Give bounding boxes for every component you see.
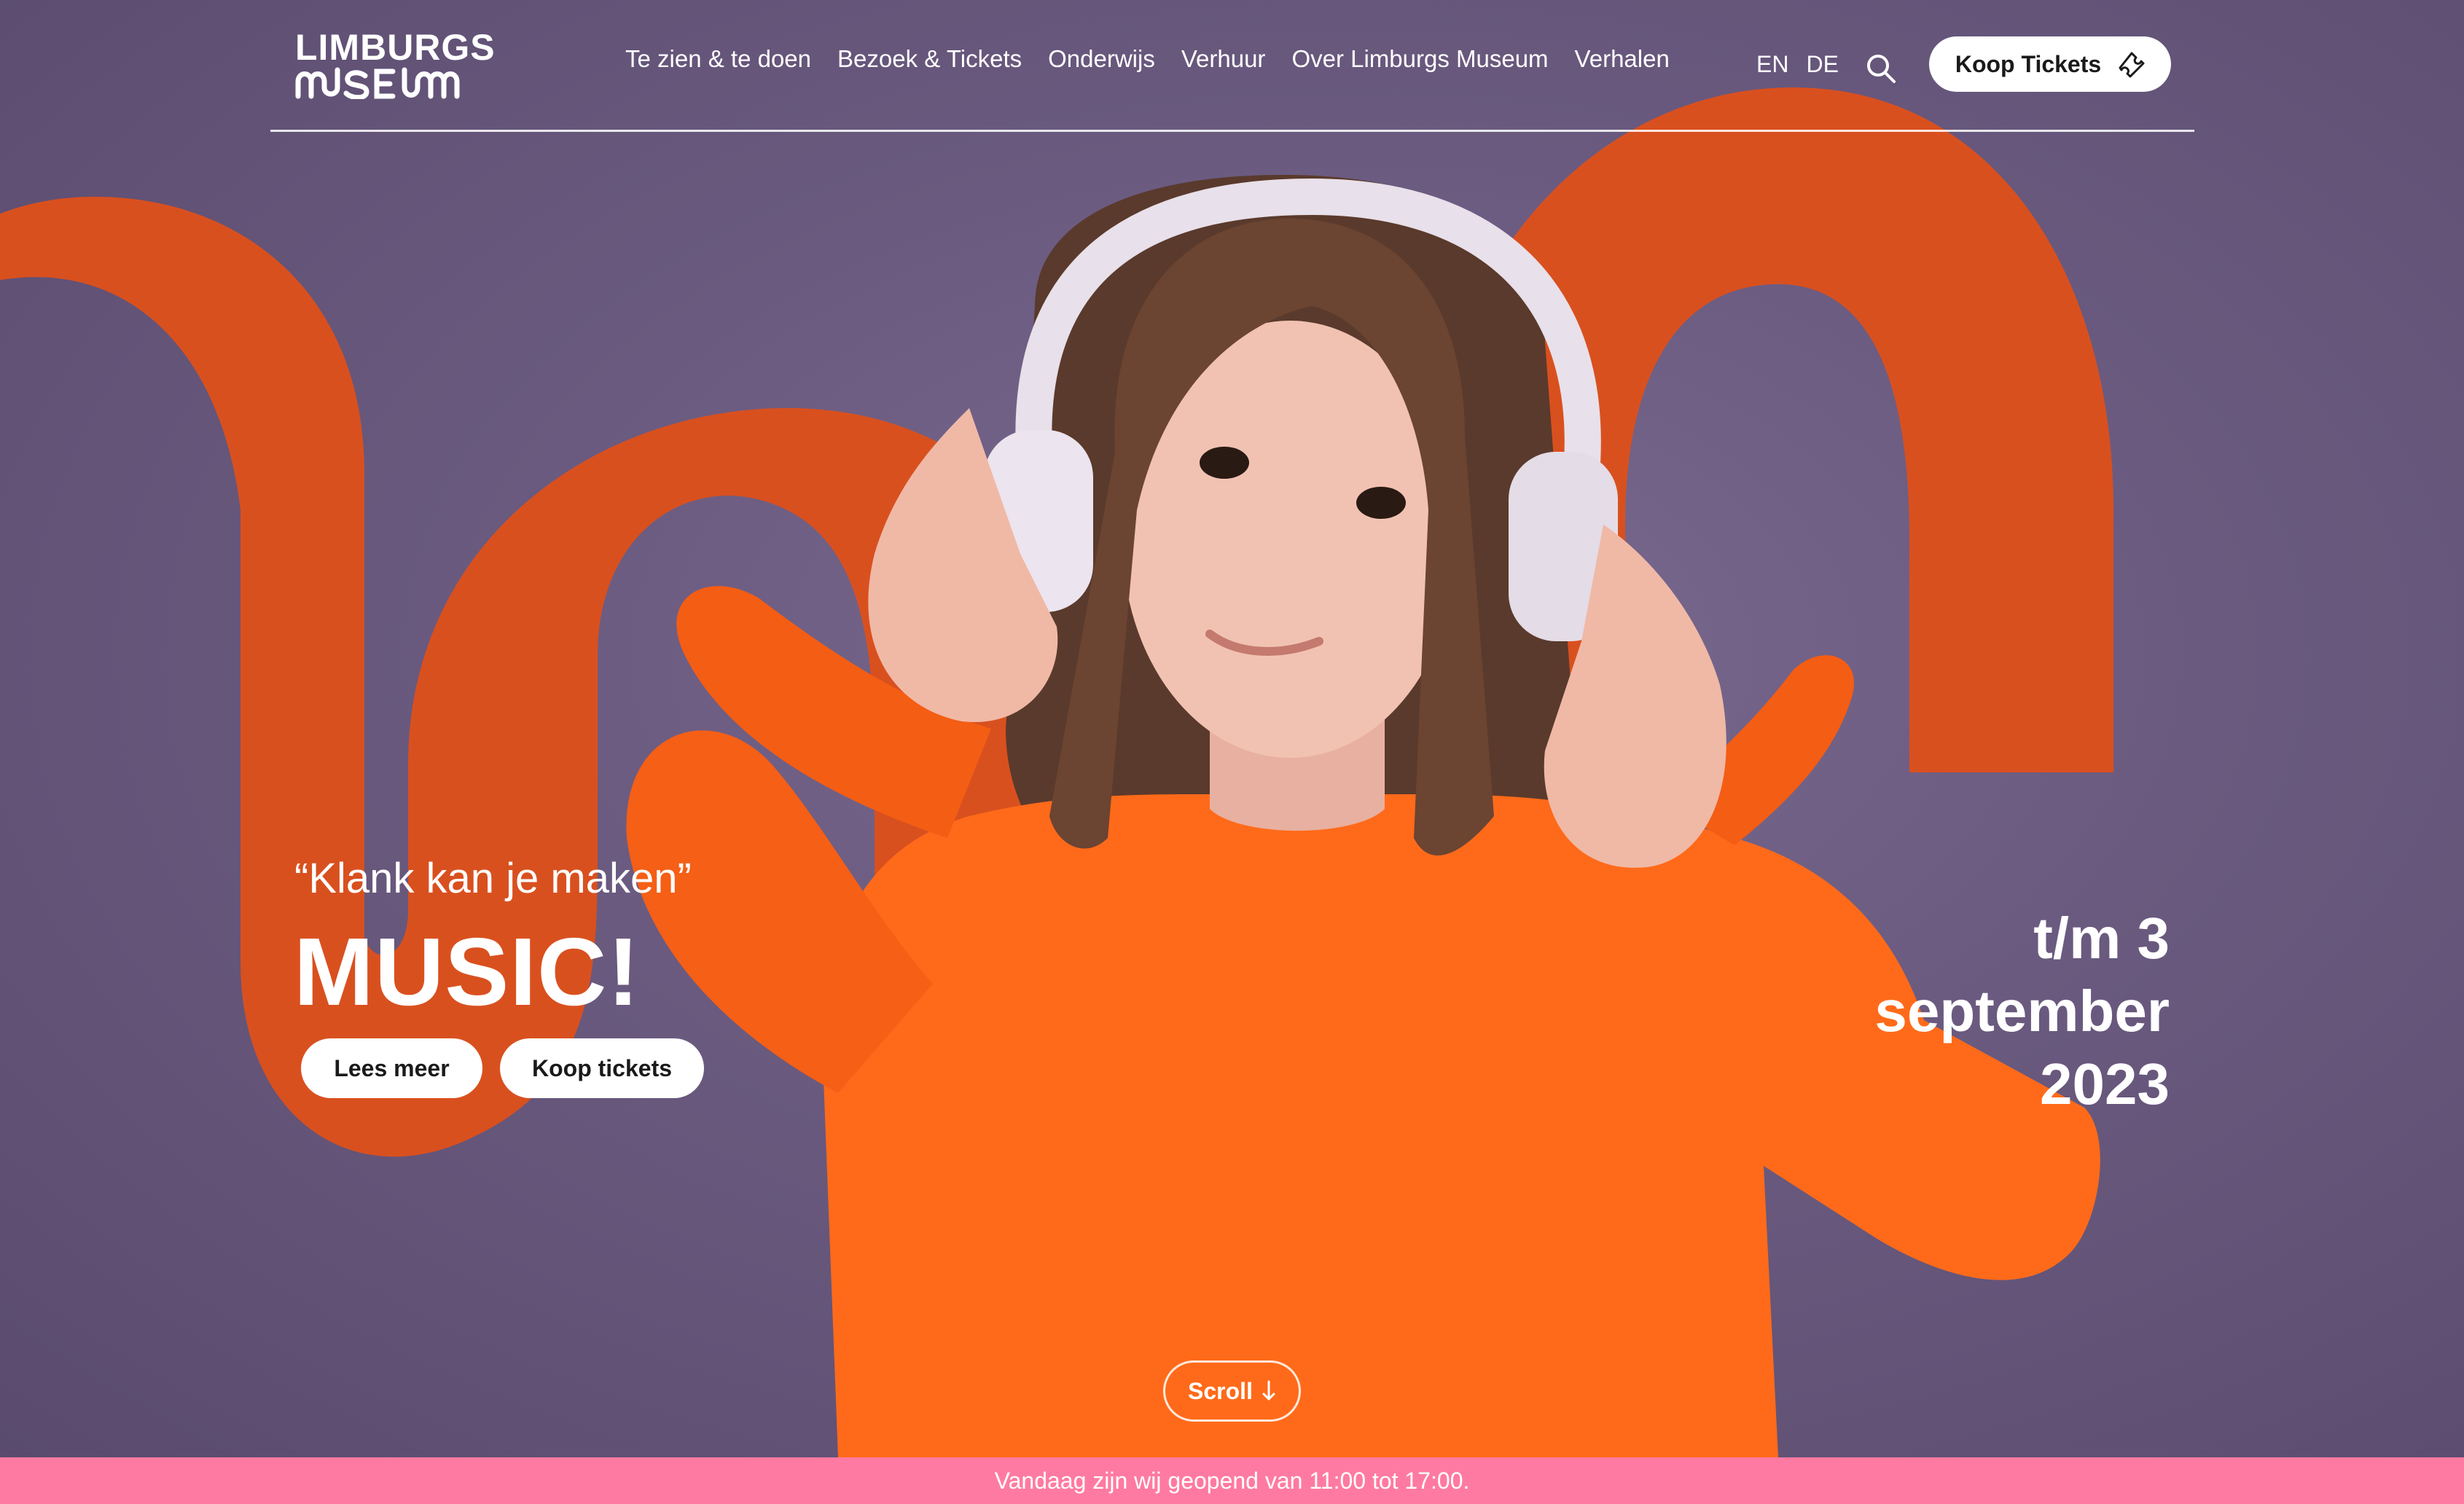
lang-en[interactable]: EN — [1756, 51, 1788, 78]
hero-quote: “Klank kan je maken” — [294, 855, 692, 902]
site-header: LIMBURGS Te zien & te doen Bezoek & Tick… — [270, 0, 2194, 132]
hero-buy-tickets-button[interactable]: Koop tickets — [500, 1038, 704, 1098]
logo-wave-wordmark — [295, 67, 460, 99]
search-icon[interactable] — [1865, 52, 1897, 85]
hero-section — [0, 0, 2464, 1457]
eye-right — [1356, 487, 1406, 519]
nav-item-verhuur[interactable]: Verhuur — [1181, 45, 1266, 73]
date-line-1: t/m 3 — [2033, 906, 2170, 971]
nav-item-over[interactable]: Over Limburgs Museum — [1291, 45, 1548, 73]
eye-left — [1200, 447, 1249, 479]
read-more-button[interactable]: Lees meer — [301, 1038, 482, 1098]
logo-wordmark: LIMBURGS — [295, 27, 496, 68]
arrow-down-icon — [1262, 1380, 1275, 1401]
sweater — [823, 794, 2100, 1457]
nav-item-onderwijs[interactable]: Onderwijs — [1048, 45, 1155, 73]
buy-tickets-button[interactable]: Koop Tickets — [1929, 36, 2171, 92]
lang-de[interactable]: DE — [1806, 51, 1838, 78]
language-switcher: EN DE — [1756, 51, 1839, 78]
date-line-2: september — [1874, 979, 2170, 1043]
nav-item-te-zien[interactable]: Te zien & te doen — [625, 45, 811, 73]
nav-item-verhalen[interactable]: Verhalen — [1575, 45, 1670, 73]
nav-item-bezoek-tickets[interactable]: Bezoek & Tickets — [837, 45, 1022, 73]
scroll-label: Scroll — [1188, 1377, 1253, 1404]
opening-hours-bar: Vandaag zijn wij geopend van 11:00 tot 1… — [0, 1457, 2464, 1504]
hero-title: MUSIC! — [294, 918, 641, 1025]
exhibition-date: t/m 3 september 2023 — [1874, 902, 2170, 1121]
ticket-icon — [2119, 52, 2145, 78]
site-logo[interactable]: LIMBURGS — [295, 27, 496, 102]
hero-figure — [626, 175, 2100, 1457]
main-nav: Te zien & te doen Bezoek & Tickets Onder… — [625, 45, 1670, 73]
opening-hours-text: Vandaag zijn wij geopend van 11:00 tot 1… — [994, 1467, 1470, 1494]
buy-tickets-label: Koop Tickets — [1955, 50, 2102, 77]
date-line-3: 2023 — [2040, 1051, 2170, 1116]
scroll-button[interactable]: Scroll — [1163, 1360, 1301, 1422]
